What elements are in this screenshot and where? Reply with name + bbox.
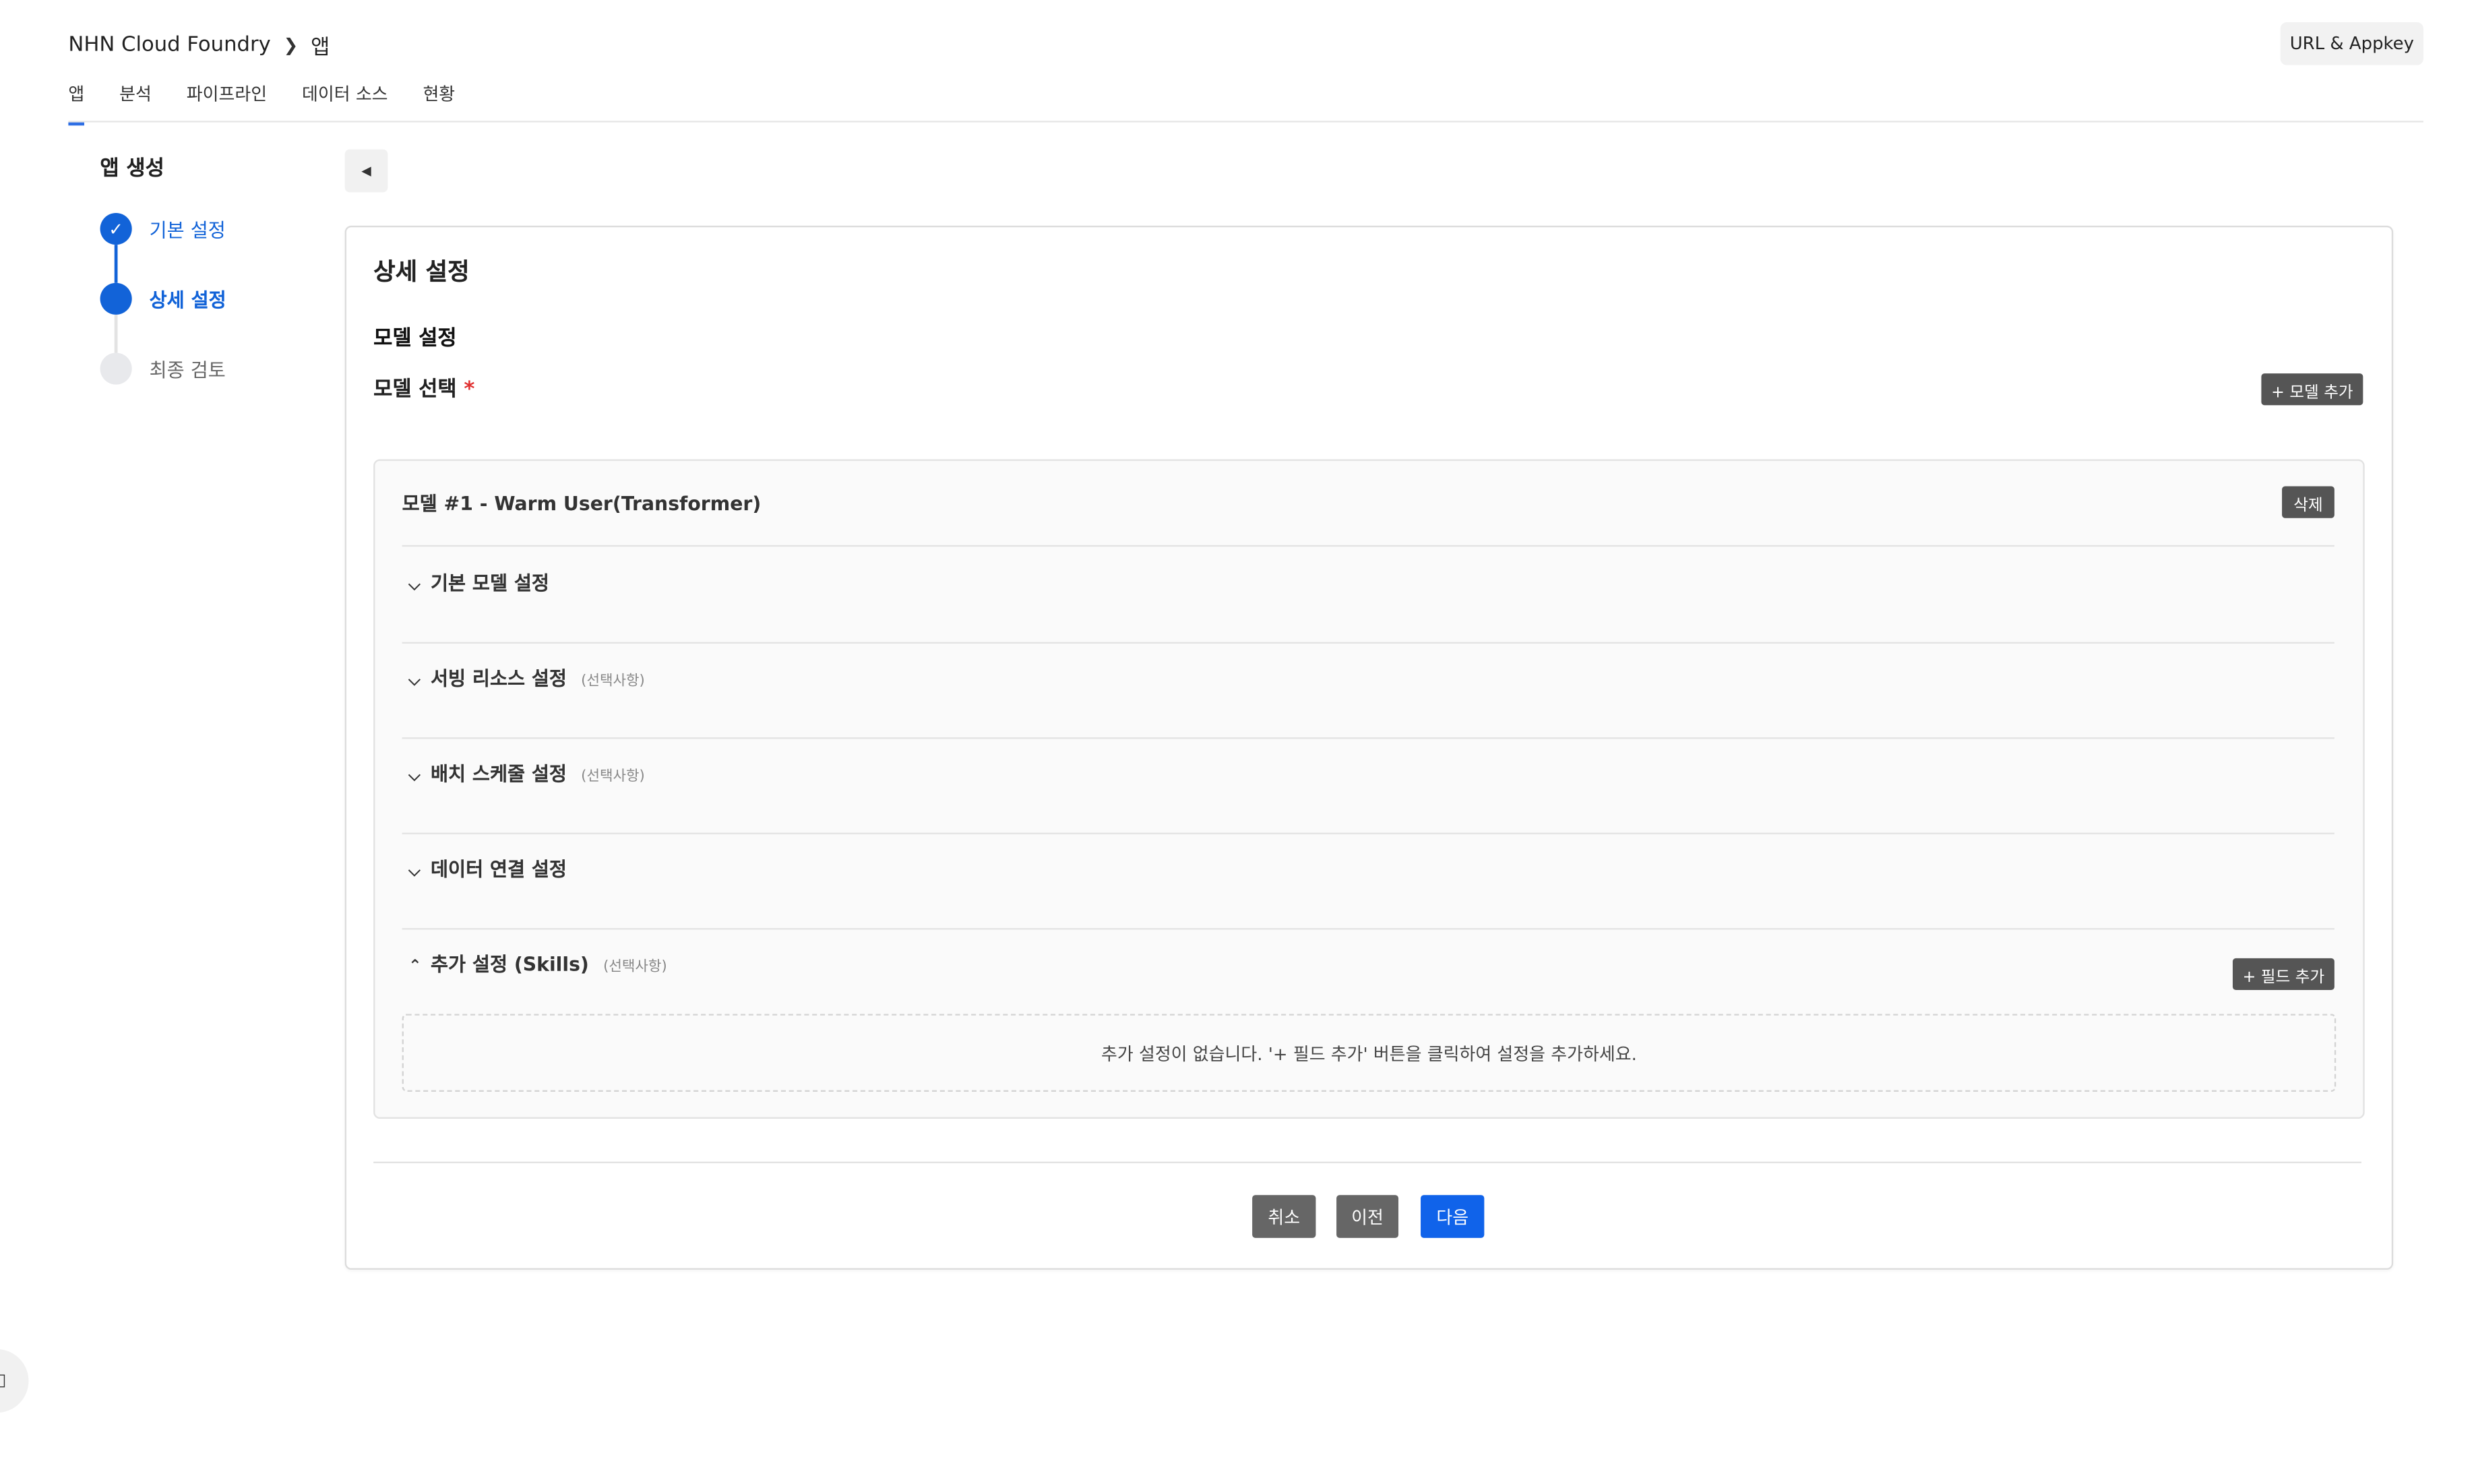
tab-status[interactable]: 현황: [423, 81, 455, 124]
add-model-button[interactable]: + 모델 추가: [2261, 373, 2363, 406]
step-final-review[interactable]: 최종 검토: [100, 352, 226, 385]
chevron-down-icon: ⌵: [408, 576, 421, 594]
breadcrumb: NHN Cloud Foundry ❯ 앱: [68, 30, 330, 61]
model-settings-title: 모델 설정: [373, 327, 457, 352]
optional-tag: (선택사항): [603, 960, 667, 976]
accordion-label: 데이터 연결 설정: [431, 858, 567, 881]
accordion-label: 기본 모델 설정: [431, 571, 549, 594]
divider: [402, 642, 2334, 644]
tab-data-source[interactable]: 데이터 소스: [302, 81, 388, 124]
back-button[interactable]: ◀: [344, 149, 388, 193]
step-connector: [114, 245, 118, 283]
required-mark: *: [464, 378, 475, 402]
url-appkey-button[interactable]: URL & Appkey: [2280, 22, 2423, 65]
prev-button[interactable]: 이전: [1336, 1195, 1399, 1238]
breadcrumb-root[interactable]: NHN Cloud Foundry: [68, 34, 270, 57]
divider: [402, 832, 2334, 834]
accordion-basic-model[interactable]: ⌵ 기본 모델 설정: [408, 569, 549, 596]
accordion-serving-resource[interactable]: ⌵ 서빙 리소스 설정 (선택사항): [408, 664, 645, 691]
tab-pipeline[interactable]: 파이프라인: [187, 81, 267, 124]
add-field-button[interactable]: + 필드 추가: [2232, 958, 2334, 991]
chevron-right-icon: ❯: [283, 34, 299, 56]
section-title: 상세 설정: [373, 257, 470, 286]
model-panel-title: 모델 #1 - Warm User(Transformer): [402, 492, 762, 515]
accordion-extra-skills[interactable]: ⌃ 추가 설정 (Skills) (선택사항): [408, 950, 667, 977]
tabs-divider: [68, 121, 2423, 123]
chevron-up-icon: ⌃: [408, 958, 422, 976]
step-label: 최종 검토: [149, 358, 226, 381]
optional-tag: (선택사항): [581, 769, 645, 785]
chevron-down-icon: ⌵: [408, 767, 421, 785]
next-button[interactable]: 다음: [1421, 1195, 1485, 1238]
divider: [402, 737, 2334, 739]
floating-panel-button[interactable]: ☐: [0, 1349, 29, 1413]
divider: [402, 545, 2334, 547]
cancel-button[interactable]: 취소: [1252, 1195, 1316, 1238]
tab-app[interactable]: 앱: [68, 81, 85, 126]
tab-analysis[interactable]: 분석: [119, 81, 152, 124]
model-select-label: 모델 선택 *: [373, 372, 474, 402]
check-icon: ✓: [100, 212, 132, 245]
empty-skills-message: 추가 설정이 없습니다. '+ 필드 추가' 버튼을 클릭하여 설정을 추가하세…: [402, 1014, 2336, 1092]
stepper-title: 앱 생성: [100, 157, 164, 181]
step-current-dot: [100, 282, 132, 315]
step-pending-dot: [100, 352, 132, 385]
caret-left-icon: ◀: [361, 163, 371, 179]
chevron-down-icon: ⌵: [408, 863, 421, 881]
step-detail-settings[interactable]: 상세 설정: [100, 282, 226, 315]
divider: [402, 928, 2334, 930]
breadcrumb-current: 앱: [311, 36, 330, 61]
footer-divider: [373, 1161, 2361, 1164]
step-basic-settings[interactable]: ✓ 기본 설정: [100, 212, 226, 245]
optional-tag: (선택사항): [581, 673, 645, 690]
accordion-data-connection[interactable]: ⌵ 데이터 연결 설정: [408, 855, 567, 882]
accordion-label: 배치 스케줄 설정: [431, 762, 567, 785]
model-select-text: 모델 선택: [373, 378, 457, 402]
step-label: 기본 설정: [149, 218, 226, 241]
panel-icon: ☐: [0, 1371, 6, 1392]
chevron-down-icon: ⌵: [408, 672, 421, 690]
step-label: 상세 설정: [149, 288, 226, 311]
accordion-label: 서빙 리소스 설정: [431, 667, 567, 690]
tab-bar: 앱 분석 파이프라인 데이터 소스 현황: [68, 81, 455, 126]
accordion-batch-schedule[interactable]: ⌵ 배치 스케줄 설정 (선택사항): [408, 760, 645, 786]
step-connector: [114, 314, 118, 353]
accordion-label: 추가 설정 (Skills): [431, 953, 589, 976]
app-root: NHN Cloud Foundry ❯ 앱 URL & Appkey 앱 분석 …: [0, 0, 2476, 1484]
delete-model-button[interactable]: 삭제: [2282, 486, 2334, 518]
